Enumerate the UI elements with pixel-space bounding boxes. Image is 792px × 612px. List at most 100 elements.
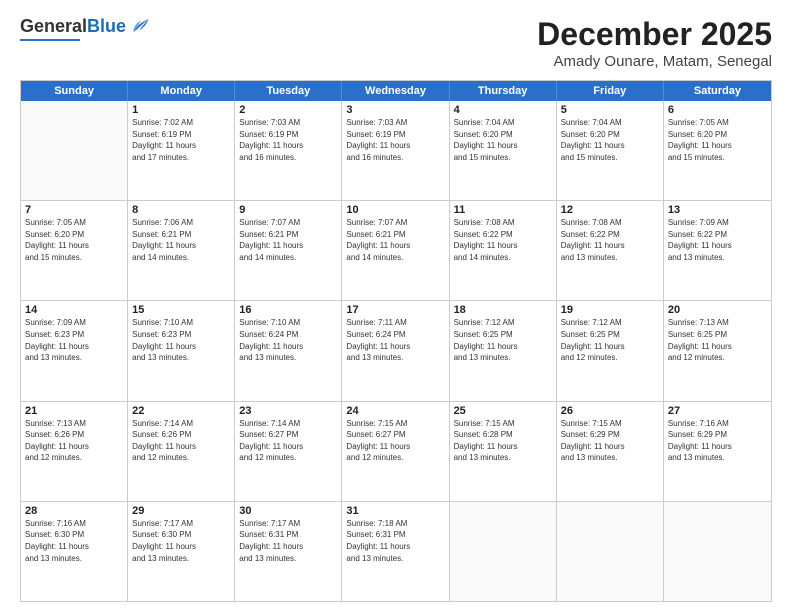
day-info: Sunrise: 7:12 AM Sunset: 6:25 PM Dayligh… [454, 317, 552, 363]
sub-title: Amady Ounare, Matam, Senegal [537, 53, 772, 70]
table-row: 15Sunrise: 7:10 AM Sunset: 6:23 PM Dayli… [128, 301, 235, 400]
day-number: 12 [561, 204, 659, 216]
day-number: 2 [239, 104, 337, 116]
calendar-body: 1Sunrise: 7:02 AM Sunset: 6:19 PM Daylig… [21, 101, 771, 601]
table-row: 12Sunrise: 7:08 AM Sunset: 6:22 PM Dayli… [557, 201, 664, 300]
day-info: Sunrise: 7:05 AM Sunset: 6:20 PM Dayligh… [668, 117, 767, 163]
day-info: Sunrise: 7:13 AM Sunset: 6:25 PM Dayligh… [668, 317, 767, 363]
day-number: 10 [346, 204, 444, 216]
calendar-row-1: 7Sunrise: 7:05 AM Sunset: 6:20 PM Daylig… [21, 200, 771, 300]
table-row: 19Sunrise: 7:12 AM Sunset: 6:25 PM Dayli… [557, 301, 664, 400]
day-info: Sunrise: 7:09 AM Sunset: 6:22 PM Dayligh… [668, 217, 767, 263]
logo-blue: Blue [87, 16, 126, 36]
day-info: Sunrise: 7:14 AM Sunset: 6:27 PM Dayligh… [239, 418, 337, 464]
day-number: 27 [668, 405, 767, 417]
day-info: Sunrise: 7:09 AM Sunset: 6:23 PM Dayligh… [25, 317, 123, 363]
day-number: 15 [132, 304, 230, 316]
day-number: 11 [454, 204, 552, 216]
day-info: Sunrise: 7:10 AM Sunset: 6:23 PM Dayligh… [132, 317, 230, 363]
day-number: 5 [561, 104, 659, 116]
day-number: 9 [239, 204, 337, 216]
day-info: Sunrise: 7:02 AM Sunset: 6:19 PM Dayligh… [132, 117, 230, 163]
table-row [664, 502, 771, 601]
day-info: Sunrise: 7:03 AM Sunset: 6:19 PM Dayligh… [239, 117, 337, 163]
header-day-tuesday: Tuesday [235, 81, 342, 101]
table-row: 22Sunrise: 7:14 AM Sunset: 6:26 PM Dayli… [128, 402, 235, 501]
day-info: Sunrise: 7:15 AM Sunset: 6:27 PM Dayligh… [346, 418, 444, 464]
table-row: 13Sunrise: 7:09 AM Sunset: 6:22 PM Dayli… [664, 201, 771, 300]
table-row: 6Sunrise: 7:05 AM Sunset: 6:20 PM Daylig… [664, 101, 771, 200]
table-row: 28Sunrise: 7:16 AM Sunset: 6:30 PM Dayli… [21, 502, 128, 601]
day-info: Sunrise: 7:08 AM Sunset: 6:22 PM Dayligh… [561, 217, 659, 263]
day-info: Sunrise: 7:17 AM Sunset: 6:31 PM Dayligh… [239, 518, 337, 564]
table-row [450, 502, 557, 601]
day-info: Sunrise: 7:06 AM Sunset: 6:21 PM Dayligh… [132, 217, 230, 263]
table-row: 1Sunrise: 7:02 AM Sunset: 6:19 PM Daylig… [128, 101, 235, 200]
day-info: Sunrise: 7:08 AM Sunset: 6:22 PM Dayligh… [454, 217, 552, 263]
table-row: 30Sunrise: 7:17 AM Sunset: 6:31 PM Dayli… [235, 502, 342, 601]
day-number: 13 [668, 204, 767, 216]
calendar-row-3: 21Sunrise: 7:13 AM Sunset: 6:26 PM Dayli… [21, 401, 771, 501]
logo-text: GeneralBlue [20, 17, 126, 37]
day-number: 26 [561, 405, 659, 417]
day-number: 1 [132, 104, 230, 116]
table-row: 17Sunrise: 7:11 AM Sunset: 6:24 PM Dayli… [342, 301, 449, 400]
day-info: Sunrise: 7:14 AM Sunset: 6:26 PM Dayligh… [132, 418, 230, 464]
table-row: 2Sunrise: 7:03 AM Sunset: 6:19 PM Daylig… [235, 101, 342, 200]
day-number: 22 [132, 405, 230, 417]
table-row: 8Sunrise: 7:06 AM Sunset: 6:21 PM Daylig… [128, 201, 235, 300]
day-number: 19 [561, 304, 659, 316]
title-block: December 2025 Amady Ounare, Matam, Seneg… [537, 16, 772, 70]
day-number: 8 [132, 204, 230, 216]
day-info: Sunrise: 7:10 AM Sunset: 6:24 PM Dayligh… [239, 317, 337, 363]
day-info: Sunrise: 7:16 AM Sunset: 6:30 PM Dayligh… [25, 518, 123, 564]
day-number: 18 [454, 304, 552, 316]
table-row: 5Sunrise: 7:04 AM Sunset: 6:20 PM Daylig… [557, 101, 664, 200]
table-row: 11Sunrise: 7:08 AM Sunset: 6:22 PM Dayli… [450, 201, 557, 300]
table-row: 14Sunrise: 7:09 AM Sunset: 6:23 PM Dayli… [21, 301, 128, 400]
table-row: 25Sunrise: 7:15 AM Sunset: 6:28 PM Dayli… [450, 402, 557, 501]
table-row: 29Sunrise: 7:17 AM Sunset: 6:30 PM Dayli… [128, 502, 235, 601]
table-row: 26Sunrise: 7:15 AM Sunset: 6:29 PM Dayli… [557, 402, 664, 501]
table-row: 24Sunrise: 7:15 AM Sunset: 6:27 PM Dayli… [342, 402, 449, 501]
table-row [21, 101, 128, 200]
day-number: 3 [346, 104, 444, 116]
day-number: 16 [239, 304, 337, 316]
day-number: 23 [239, 405, 337, 417]
day-info: Sunrise: 7:15 AM Sunset: 6:28 PM Dayligh… [454, 418, 552, 464]
header: GeneralBlue December 2025 Amady Ounare, … [20, 16, 772, 70]
table-row: 3Sunrise: 7:03 AM Sunset: 6:19 PM Daylig… [342, 101, 449, 200]
page: GeneralBlue December 2025 Amady Ounare, … [0, 0, 792, 612]
table-row [557, 502, 664, 601]
logo: GeneralBlue [20, 16, 150, 41]
day-number: 21 [25, 405, 123, 417]
day-info: Sunrise: 7:17 AM Sunset: 6:30 PM Dayligh… [132, 518, 230, 564]
day-number: 4 [454, 104, 552, 116]
day-number: 24 [346, 405, 444, 417]
day-number: 30 [239, 505, 337, 517]
main-title: December 2025 [537, 16, 772, 53]
day-info: Sunrise: 7:15 AM Sunset: 6:29 PM Dayligh… [561, 418, 659, 464]
day-number: 31 [346, 505, 444, 517]
logo-bird-icon [128, 16, 150, 38]
day-number: 28 [25, 505, 123, 517]
day-info: Sunrise: 7:16 AM Sunset: 6:29 PM Dayligh… [668, 418, 767, 464]
calendar: SundayMondayTuesdayWednesdayThursdayFrid… [20, 80, 772, 602]
table-row: 18Sunrise: 7:12 AM Sunset: 6:25 PM Dayli… [450, 301, 557, 400]
calendar-row-0: 1Sunrise: 7:02 AM Sunset: 6:19 PM Daylig… [21, 101, 771, 200]
day-number: 20 [668, 304, 767, 316]
header-day-sunday: Sunday [21, 81, 128, 101]
table-row: 27Sunrise: 7:16 AM Sunset: 6:29 PM Dayli… [664, 402, 771, 501]
day-number: 29 [132, 505, 230, 517]
day-number: 17 [346, 304, 444, 316]
day-info: Sunrise: 7:13 AM Sunset: 6:26 PM Dayligh… [25, 418, 123, 464]
table-row: 20Sunrise: 7:13 AM Sunset: 6:25 PM Dayli… [664, 301, 771, 400]
day-info: Sunrise: 7:07 AM Sunset: 6:21 PM Dayligh… [346, 217, 444, 263]
day-number: 14 [25, 304, 123, 316]
header-day-saturday: Saturday [664, 81, 771, 101]
day-info: Sunrise: 7:04 AM Sunset: 6:20 PM Dayligh… [561, 117, 659, 163]
logo-general: General [20, 16, 87, 36]
table-row: 9Sunrise: 7:07 AM Sunset: 6:21 PM Daylig… [235, 201, 342, 300]
header-day-friday: Friday [557, 81, 664, 101]
day-info: Sunrise: 7:12 AM Sunset: 6:25 PM Dayligh… [561, 317, 659, 363]
